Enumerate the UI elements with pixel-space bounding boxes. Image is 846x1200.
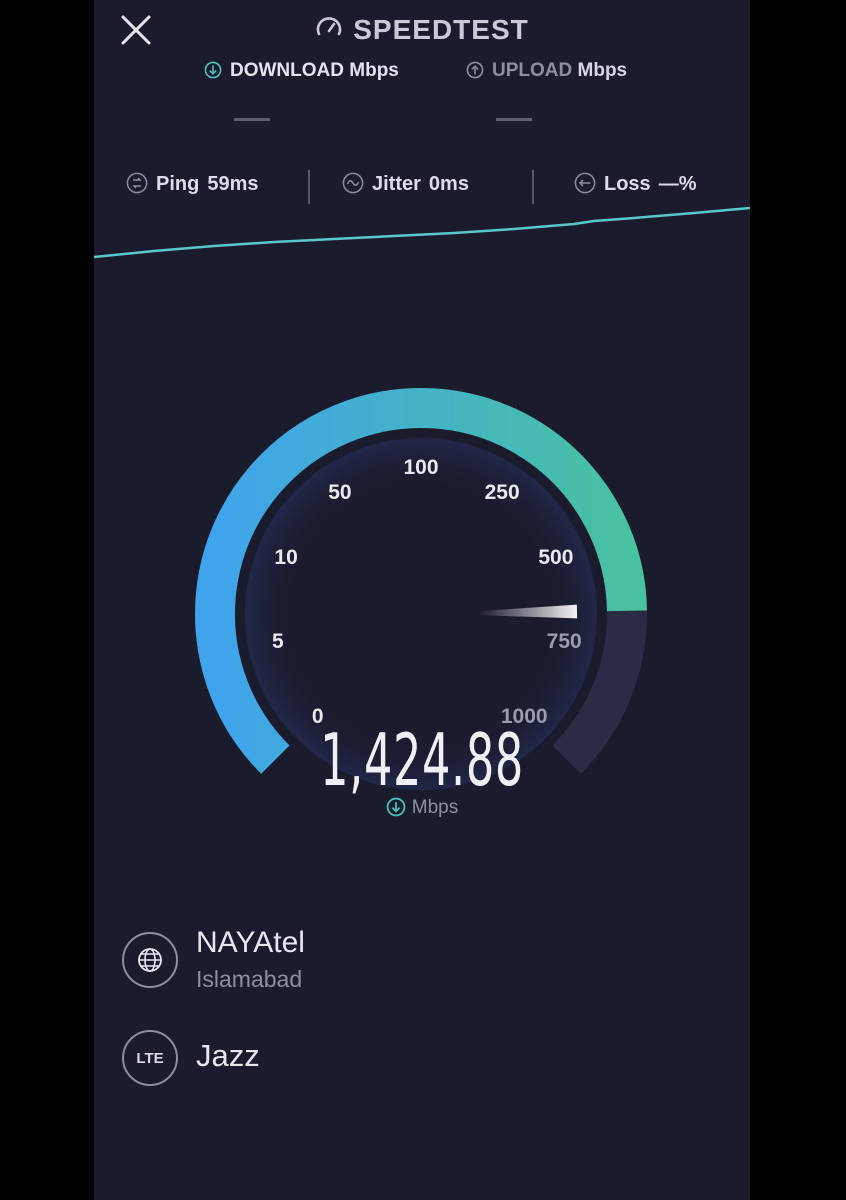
- connection-type-label: LTE: [136, 1049, 164, 1067]
- gauge-label: 10: [274, 546, 298, 570]
- server-name[interactable]: NAYAtel: [196, 926, 305, 960]
- gauge-label: 50: [328, 480, 352, 504]
- globe-icon: [138, 948, 162, 972]
- gauge-label: 500: [538, 546, 574, 570]
- speed-reading: 1,424.88: [320, 718, 524, 802]
- speedtest-screen: SPEEDTEST DOWNLOAD Mbps UPLOAD Mbps Ping…: [94, 0, 750, 1200]
- server-button[interactable]: [122, 932, 178, 988]
- connection-type-badge: LTE: [122, 1030, 178, 1086]
- speed-unit: Mbps: [94, 797, 750, 819]
- carrier-name: Jazz: [196, 1038, 260, 1073]
- server-location: Islamabad: [196, 966, 303, 992]
- gauge-label: 750: [546, 630, 582, 654]
- gauge-label: 5: [271, 630, 284, 654]
- download-arrow-icon: [386, 797, 406, 817]
- gauge-label: 250: [484, 480, 520, 504]
- gauge-label: 100: [403, 456, 439, 479]
- speed-gauge: [195, 388, 647, 790]
- speed-unit-text: Mbps: [411, 797, 459, 818]
